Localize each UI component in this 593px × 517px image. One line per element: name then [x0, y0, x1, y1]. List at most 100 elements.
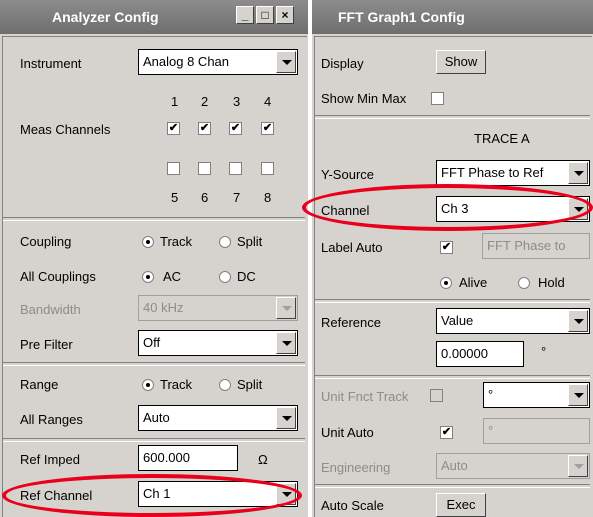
pre-filter-select[interactable]: Off [138, 330, 298, 356]
range-track-label: Track [160, 377, 193, 392]
all-couplings-label: All Couplings [20, 269, 96, 284]
unit-fnct-track-value: ° [488, 387, 494, 402]
show-min-max-checkbox[interactable] [431, 92, 444, 105]
reference-unit: ° [541, 344, 547, 359]
reference-select[interactable]: Value [436, 308, 590, 334]
alive-radio[interactable] [440, 277, 452, 289]
ref-imped-unit: Ω [258, 452, 268, 467]
coupling-track-label: Track [160, 234, 193, 249]
close-icon[interactable]: × [276, 6, 294, 24]
hold-label: Hold [538, 275, 565, 290]
bandwidth-select: 40 kHz [138, 295, 298, 321]
channel-checkbox-6[interactable] [198, 162, 211, 175]
channel-checkbox-8[interactable] [261, 162, 274, 175]
ref-imped-value: 600.000 [143, 450, 190, 465]
bandwidth-value: 40 kHz [143, 300, 184, 315]
analyzer-config-titlebar: Analyzer Config _ □ × [0, 0, 308, 34]
pre-filter-label: Pre Filter [20, 337, 73, 352]
range-split-radio[interactable] [219, 379, 231, 391]
instrument-value: Analog 8 Chan [143, 54, 230, 69]
coupling-split-label: Split [237, 234, 263, 249]
bandwidth-label: Bandwidth [20, 302, 81, 317]
auto-scale-label: Auto Scale [321, 498, 384, 513]
y-source-select[interactable]: FFT Phase to Ref [436, 160, 590, 186]
channel-checkbox-1[interactable]: ✔ [167, 122, 180, 135]
channel-number-3: 3 [233, 94, 241, 109]
reference-number-input[interactable]: 0.00000 [436, 341, 524, 367]
unit-auto-value: ° [488, 423, 494, 438]
ref-channel-value: Ch 1 [143, 486, 171, 501]
label-auto-text: FFT Phase to [482, 233, 590, 259]
display-show-button[interactable]: Show [436, 50, 486, 74]
channel-number-7: 7 [233, 190, 241, 205]
channel-number-2: 2 [201, 94, 209, 109]
ref-channel-select[interactable]: Ch 1 [138, 481, 298, 507]
channel-number-4: 4 [264, 94, 272, 109]
reference-value: Value [441, 313, 474, 328]
channel-number-6: 6 [201, 190, 209, 205]
channel-checkbox-2[interactable]: ✔ [198, 122, 211, 135]
analyzer-config-title: Analyzer Config [52, 9, 159, 25]
y-source-label: Y-Source [321, 167, 374, 182]
chevron-down-icon[interactable] [568, 384, 588, 406]
channel-checkbox-5[interactable] [167, 162, 180, 175]
ref-channel-label: Ref Channel [20, 488, 93, 503]
separator [315, 115, 590, 119]
minimize-icon[interactable]: _ [236, 6, 254, 24]
unit-fnct-track-select[interactable]: ° [483, 382, 590, 408]
chevron-down-icon[interactable] [276, 332, 296, 354]
chevron-down-icon[interactable] [568, 198, 588, 220]
unit-auto-checkbox[interactable]: ✔ [440, 426, 453, 439]
ref-imped-label: Ref Imped [20, 452, 80, 467]
coupling-ac-radio[interactable] [142, 271, 154, 283]
coupling-label: Coupling [20, 234, 72, 249]
chevron-down-icon[interactable] [568, 310, 588, 332]
chevron-down-icon[interactable] [276, 483, 296, 505]
maximize-icon[interactable]: □ [256, 6, 274, 24]
display-label: Display [321, 56, 364, 71]
channel-number-5: 5 [171, 190, 179, 205]
unit-fnct-track-checkbox [430, 389, 443, 402]
chevron-down-icon[interactable] [276, 51, 296, 73]
unit-fnct-track-label: Unit Fnct Track [321, 389, 409, 404]
instrument-label: Instrument [20, 56, 82, 71]
label-auto-label: Label Auto [321, 240, 383, 255]
channel-checkbox-7[interactable] [229, 162, 242, 175]
range-split-label: Split [237, 377, 263, 392]
label-auto-checkbox[interactable]: ✔ [440, 241, 453, 254]
range-track-radio[interactable] [142, 379, 154, 391]
channel-checkbox-4[interactable]: ✔ [261, 122, 274, 135]
channel-label: Channel [321, 203, 370, 218]
show-min-max-label: Show Min Max [321, 91, 407, 106]
separator [315, 484, 590, 488]
all-ranges-select[interactable]: Auto [138, 405, 298, 431]
engineering-select: Auto [436, 453, 590, 479]
analyzer-config-panel: Analyzer Config _ □ × Instrument Analog … [0, 0, 308, 517]
coupling-dc-radio[interactable] [219, 271, 231, 283]
channel-number-1: 1 [171, 94, 179, 109]
all-ranges-value: Auto [143, 410, 170, 425]
y-source-value: FFT Phase to Ref [441, 165, 544, 180]
reference-number: 0.00000 [441, 346, 488, 361]
chevron-down-icon[interactable] [568, 162, 588, 184]
pre-filter-value: Off [143, 335, 161, 350]
range-label: Range [20, 377, 59, 392]
separator [3, 438, 305, 442]
coupling-track-radio[interactable] [142, 236, 154, 248]
channel-select[interactable]: Ch 3 [436, 196, 590, 222]
ref-imped-input[interactable]: 600.000 [138, 445, 238, 471]
channel-checkbox-3[interactable]: ✔ [229, 122, 242, 135]
channel-value: Ch 3 [441, 201, 469, 216]
engineering-value: Auto [441, 458, 468, 473]
coupling-dc-label: DC [237, 269, 256, 284]
all-ranges-label: All Ranges [20, 412, 83, 427]
fft-graph-config-panel: FFT Graph1 Config Display Show Show Min … [312, 0, 593, 517]
coupling-split-radio[interactable] [219, 236, 231, 248]
separator [315, 375, 590, 379]
hold-radio[interactable] [518, 277, 530, 289]
instrument-select[interactable]: Analog 8 Chan [138, 49, 298, 75]
channel-number-8: 8 [264, 190, 272, 205]
chevron-down-icon[interactable] [276, 407, 296, 429]
unit-auto-label: Unit Auto [321, 425, 374, 440]
auto-scale-exec-button[interactable]: Exec [436, 493, 486, 517]
